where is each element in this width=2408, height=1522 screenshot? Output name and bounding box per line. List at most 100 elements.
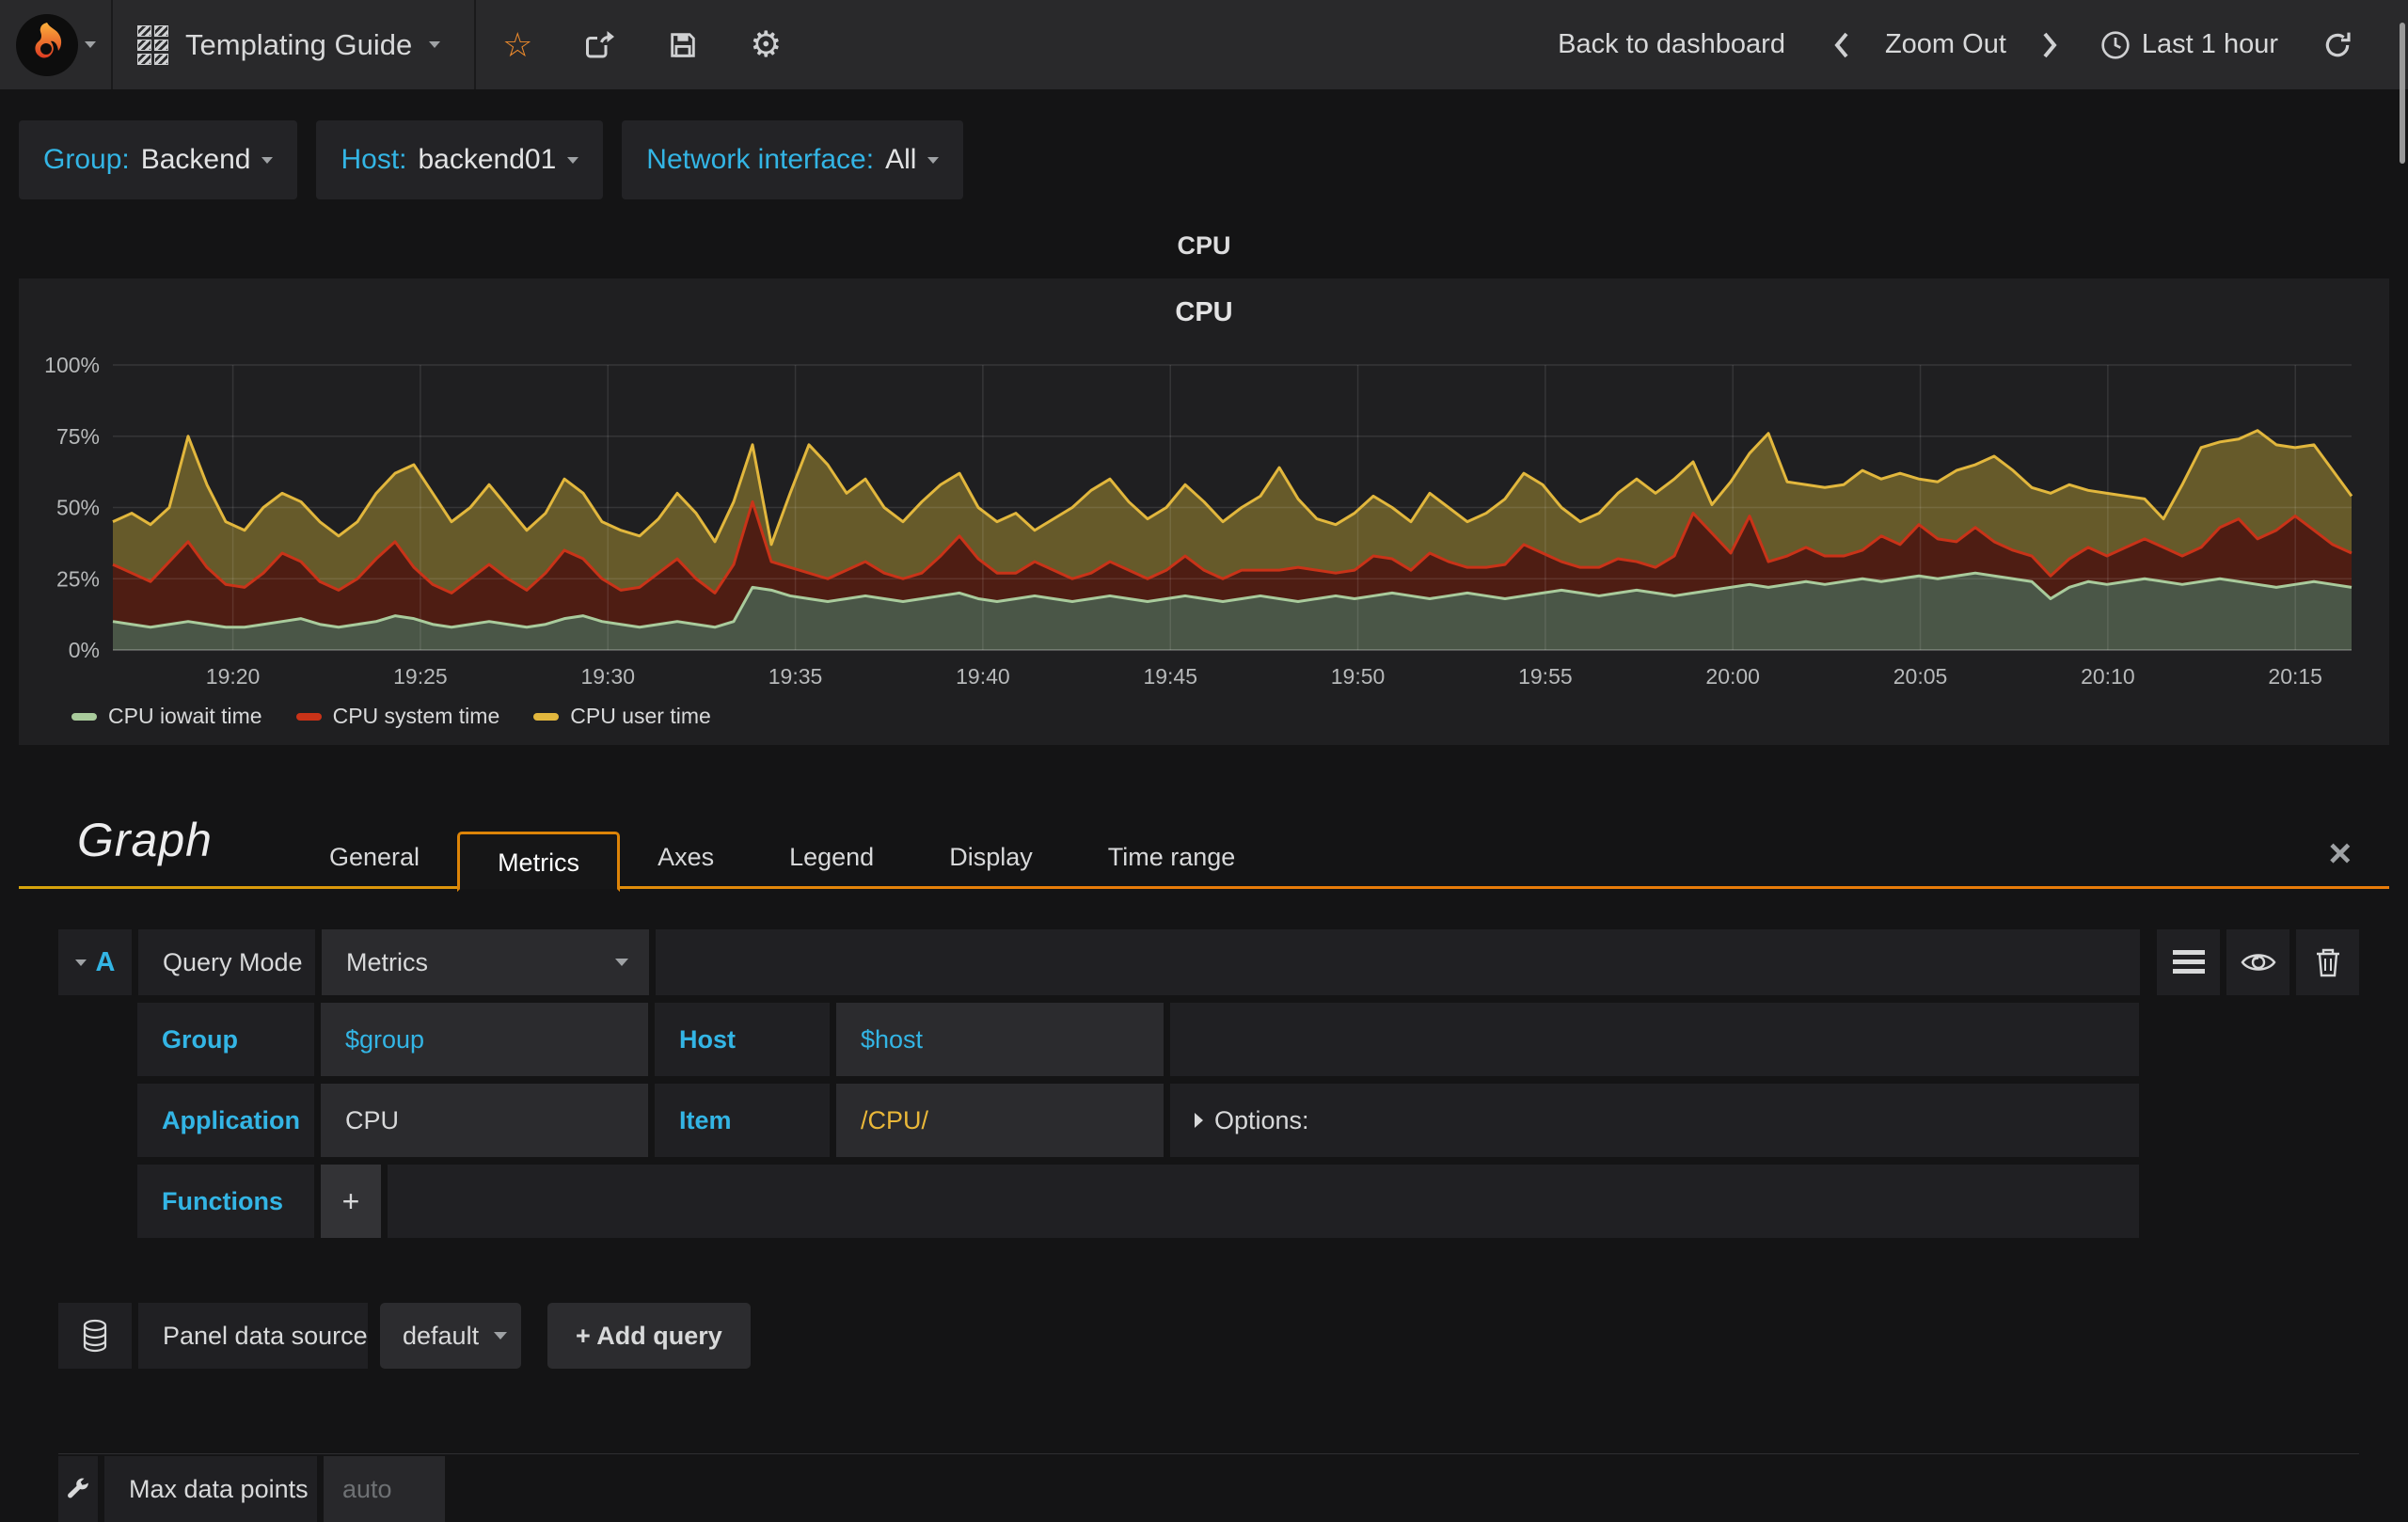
tab-time-range[interactable]: Time range: [1070, 829, 1274, 889]
tab-display[interactable]: Display: [911, 829, 1070, 889]
time-shift-back-button[interactable]: [1817, 30, 1866, 60]
share-icon: [586, 30, 615, 57]
query-delete-button[interactable]: [2296, 929, 2359, 995]
eye-icon: [2241, 954, 2275, 971]
legend-label: CPU system time: [332, 704, 500, 728]
variable-network-label: Network interface:: [646, 144, 875, 175]
panel-header-title[interactable]: CPU: [0, 231, 2408, 261]
datasource-icon-cell: [58, 1303, 132, 1369]
dropdown-caret-icon: [927, 156, 940, 164]
variable-host-value: backend01: [418, 144, 557, 175]
dashboard-icon: [137, 24, 168, 65]
query-row-application-item: Application CPU Item /CPU/ Options:: [137, 1084, 2139, 1157]
item-field-label: Item: [655, 1084, 830, 1157]
dropdown-caret-icon: [261, 156, 274, 164]
max-data-points-input[interactable]: [324, 1456, 445, 1522]
back-to-dashboard-button[interactable]: Back to dashboard: [1535, 29, 1808, 60]
row-spacer: [1170, 1003, 2139, 1076]
navbar: Templating Guide ☆ ⚙ Back to dashboard Z…: [0, 0, 2408, 89]
wrench-icon-cell: [58, 1456, 98, 1522]
variable-group-label: Group:: [43, 144, 130, 175]
legend-swatch-icon: [71, 712, 97, 721]
menu-icon: [2172, 950, 2205, 974]
options-label: Options:: [1214, 1105, 1309, 1134]
scrollbar-thumb[interactable]: [2400, 23, 2405, 164]
share-button[interactable]: [559, 0, 642, 89]
grafana-logo-icon: [16, 13, 78, 76]
tab-general[interactable]: General: [292, 829, 457, 889]
grafana-menu-button[interactable]: [0, 0, 111, 89]
svg-text:25%: 25%: [56, 566, 100, 591]
svg-text:20:10: 20:10: [2081, 664, 2135, 689]
close-editor-icon[interactable]: ×: [2328, 833, 2352, 873]
svg-text:75%: 75%: [56, 424, 100, 449]
options-caret-icon: [1195, 1113, 1203, 1128]
query-toggle-visibility-button[interactable]: [2226, 929, 2289, 995]
svg-text:19:50: 19:50: [1331, 664, 1386, 689]
legend-label: CPU user time: [570, 704, 711, 728]
chevron-right-icon: [2043, 32, 2057, 57]
cpu-usage-chart: 19:20 19:25 19:30 19:35 19:40 19:45 19:50 19:55…: [44, 353, 2353, 689]
svg-text:19:30: 19:30: [580, 664, 635, 689]
options-toggle[interactable]: Options:: [1170, 1084, 2139, 1157]
tab-metrics[interactable]: Metrics: [457, 832, 621, 892]
star-icon: ☆: [502, 24, 533, 64]
query-mode-label: Query Mode: [138, 929, 315, 995]
refresh-button[interactable]: [2305, 0, 2370, 89]
svg-text:50%: 50%: [56, 496, 100, 520]
query-mode-select[interactable]: Metrics: [322, 929, 649, 995]
datasource-row: Panel data source default + Add query: [58, 1303, 751, 1369]
tab-axes[interactable]: Axes: [620, 829, 752, 889]
datasource-value: default: [403, 1321, 480, 1350]
svg-text:19:55: 19:55: [1518, 664, 1573, 689]
svg-text:19:20: 19:20: [206, 664, 261, 689]
select-caret-icon: [615, 959, 628, 966]
variable-network-value: All: [885, 144, 917, 175]
application-field-input[interactable]: CPU: [321, 1084, 648, 1157]
query-collapse-toggle[interactable]: A: [58, 929, 132, 995]
variable-group-value: Backend: [140, 144, 251, 175]
time-shift-forward-button[interactable]: [2025, 30, 2074, 60]
query-menu-button[interactable]: [2157, 929, 2220, 995]
save-icon: [671, 32, 695, 57]
zoom-out-button[interactable]: Zoom Out: [1876, 29, 2016, 60]
time-range-label: Last 1 hour: [2141, 29, 2278, 59]
datasource-select[interactable]: default: [380, 1303, 521, 1369]
query-mode-value: Metrics: [346, 947, 428, 976]
star-button[interactable]: ☆: [476, 0, 559, 89]
title-caret-icon: [429, 41, 441, 48]
svg-text:100%: 100%: [44, 353, 100, 377]
database-icon: [83, 1319, 107, 1353]
functions-label: Functions: [137, 1165, 314, 1238]
settings-button[interactable]: ⚙: [724, 0, 807, 89]
panel-editor-header: Graph General Metrics Axes Legend Displa…: [19, 801, 2389, 892]
tab-legend[interactable]: Legend: [752, 829, 911, 889]
chart-title[interactable]: CPU: [19, 297, 2389, 328]
legend-item[interactable]: CPU user time: [533, 704, 711, 729]
time-picker-button[interactable]: Last 1 hour: [2083, 29, 2295, 60]
legend-item[interactable]: CPU system time: [295, 704, 500, 729]
group-field-label: Group: [137, 1003, 314, 1076]
dashboard-title-dropdown[interactable]: Templating Guide: [113, 0, 474, 89]
chart-legend: CPU iowait time CPU system time CPU user t…: [71, 704, 745, 729]
host-field-input[interactable]: $host: [836, 1003, 1164, 1076]
variable-group-dropdown[interactable]: Group: Backend: [19, 120, 298, 199]
application-field-label: Application: [137, 1084, 314, 1157]
group-field-input[interactable]: $group: [321, 1003, 648, 1076]
collapse-caret-icon: [74, 959, 87, 966]
max-data-points-row: Max data points: [58, 1453, 2359, 1522]
editor-tabs: General Metrics Axes Legend Display Time…: [292, 829, 1274, 892]
item-field-input[interactable]: /CPU/: [836, 1084, 1164, 1157]
svg-text:20:15: 20:15: [2268, 664, 2322, 689]
legend-label: CPU iowait time: [108, 704, 262, 728]
query-row-a: A Query Mode Metrics: [58, 929, 2359, 995]
save-button[interactable]: [642, 0, 724, 89]
add-function-button[interactable]: +: [321, 1165, 381, 1238]
legend-item[interactable]: CPU iowait time: [71, 704, 262, 729]
template-variables: Group: Backend Host: backend01 Network i…: [19, 120, 964, 199]
graph-panel: CPU 19:20 19:25 19:30 19:35 19:40 19:45 19:50 1…: [19, 278, 2389, 745]
variable-network-dropdown[interactable]: Network interface: All: [622, 120, 964, 199]
variable-host-dropdown[interactable]: Host: backend01: [316, 120, 604, 199]
add-query-button[interactable]: + Add query: [547, 1303, 751, 1369]
svg-text:19:25: 19:25: [393, 664, 448, 689]
